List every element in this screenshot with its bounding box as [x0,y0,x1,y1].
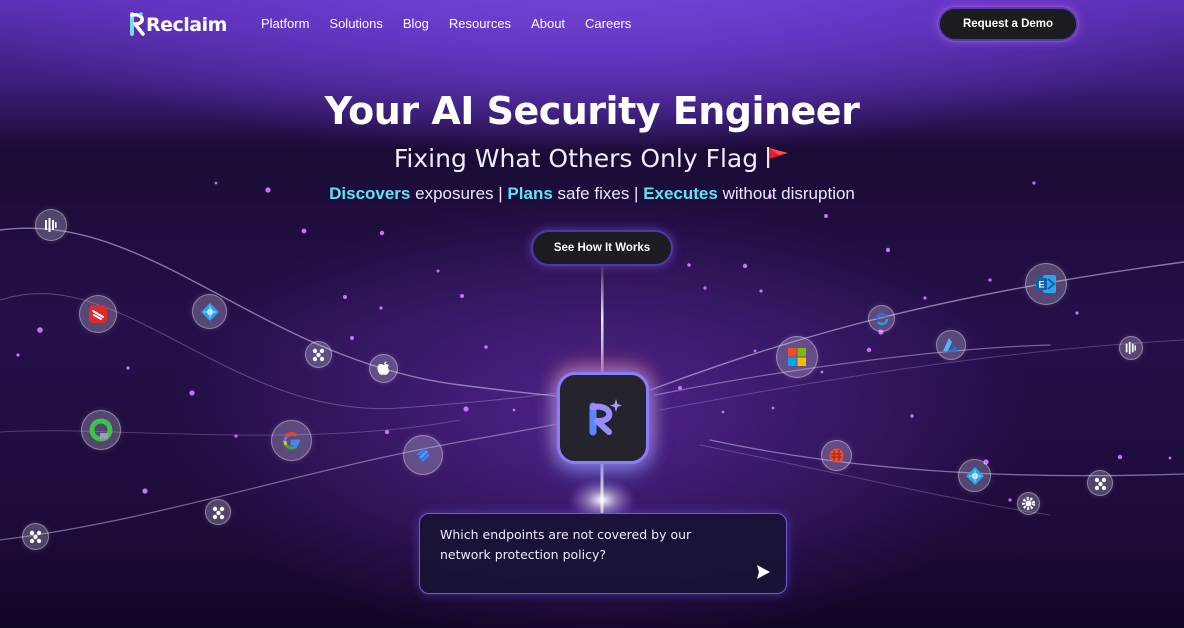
reclaim-ai-chip [557,372,649,464]
hero-tagline: Discovers exposures | Plans safe fixes |… [0,184,1184,204]
apple-icon [369,354,398,383]
azure-icon [936,330,966,360]
sync-icon [868,305,895,332]
ninja-icon [821,440,852,471]
send-icon[interactable] [754,563,772,581]
tagline-discovers: Discovers [329,184,411,203]
hero-subtitle-text: Fixing What Others Only Flag [393,144,759,173]
tagline-executes: Executes [643,184,718,203]
cluster-icon [1087,470,1113,496]
barcode-icon [35,209,67,241]
google-icon [271,420,312,461]
request-demo-button[interactable]: Request a Demo [938,7,1078,41]
azure-ad-icon [192,294,227,329]
jira-icon [403,435,443,475]
exchange-icon: E [1025,263,1067,305]
tagline-text-3: without disruption [717,184,855,203]
nav-links: Platform Solutions Blog Resources About … [261,16,651,31]
hero-subtitle: Fixing What Others Only Flag [0,144,1184,173]
chat-prompt-box[interactable]: Which endpoints are not covered by our n… [419,513,787,594]
hero-title: Your AI Security Engineer [324,89,860,133]
nav-link-blog[interactable]: Blog [403,16,429,31]
svg-text:E: E [1038,280,1044,290]
brand-name: Reclaim [146,13,227,36]
cluster-icon [22,523,49,550]
red-shield-icon [79,295,117,333]
see-how-it-works-button[interactable]: See How It Works [531,230,673,266]
tagline-text-1: exposures | [410,184,508,203]
tagline-plans: Plans [507,184,553,203]
top-nav: Reclaim Platform Solutions Blog Resource… [0,0,1184,50]
reclaim-logo[interactable]: Reclaim [126,10,227,38]
microsoft-icon [776,336,818,378]
nav-link-solutions[interactable]: Solutions [329,16,382,31]
green-ring-icon [81,410,121,450]
barcode-icon [1119,336,1143,360]
nav-link-careers[interactable]: Careers [585,16,631,31]
red-flag-icon [767,147,789,168]
reclaim-chip-logo-icon [589,399,622,436]
cluster-icon [305,341,332,368]
gear-icon [1017,492,1040,515]
tagline-text-2: safe fixes | [552,184,644,203]
nav-link-resources[interactable]: Resources [449,16,511,31]
cluster-icon [205,499,231,525]
nav-link-about[interactable]: About [531,16,565,31]
nav-link-platform[interactable]: Platform [261,16,309,31]
chat-prompt-text: Which endpoints are not covered by our n… [440,527,692,562]
reclaim-logo-mark-icon [130,12,145,36]
azure-ad-icon [958,459,991,492]
